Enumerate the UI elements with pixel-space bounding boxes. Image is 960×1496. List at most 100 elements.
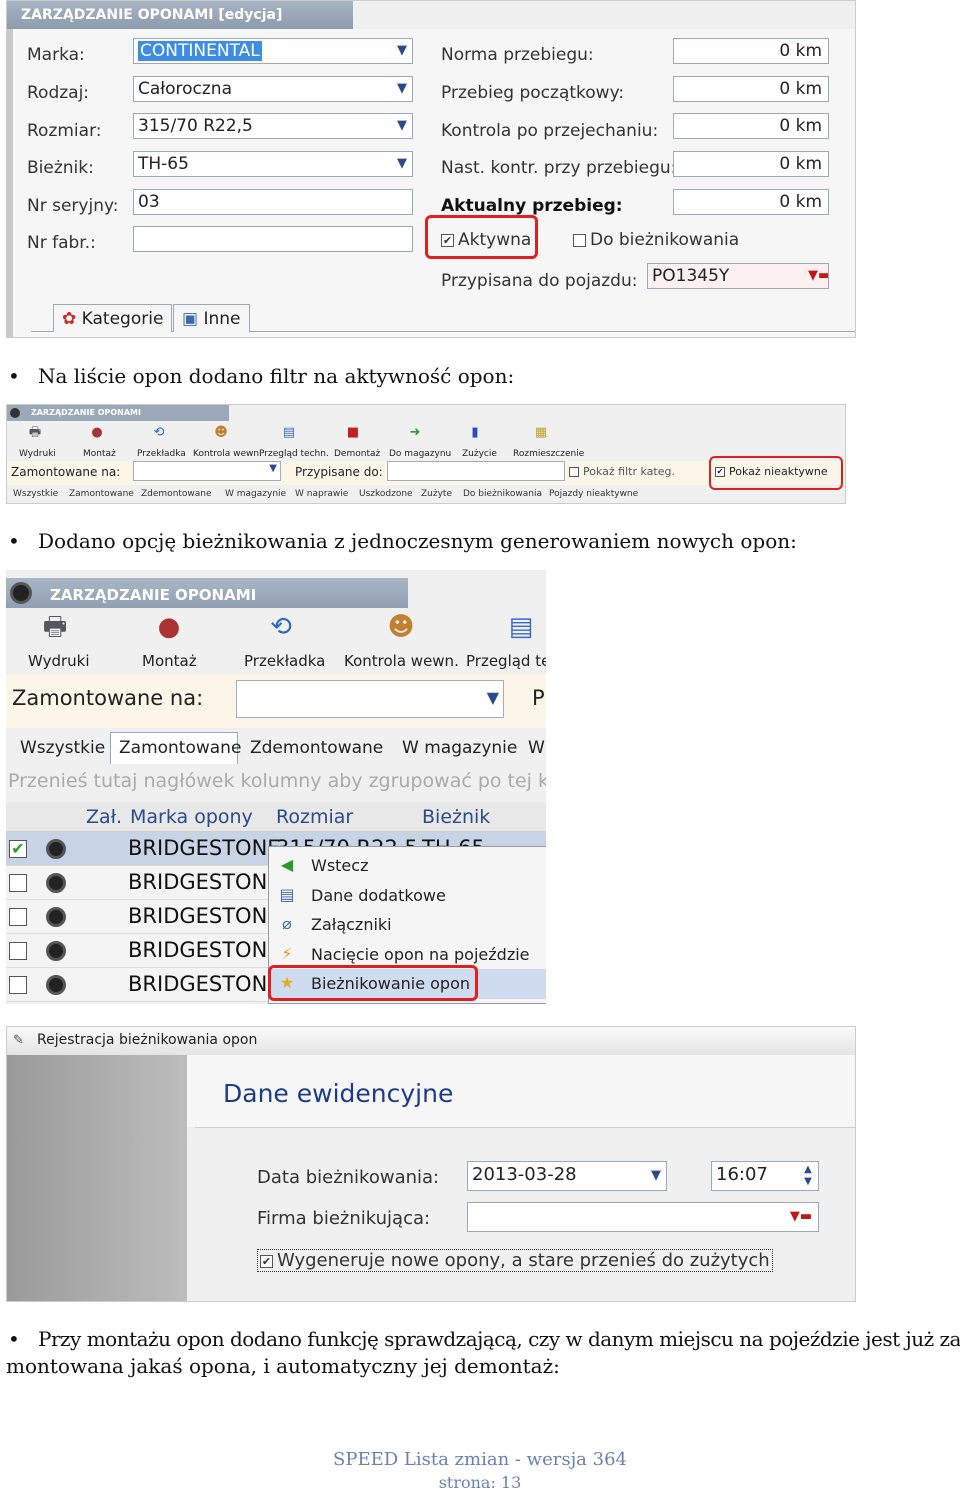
- tab-repair[interactable]: W naprawie: [295, 489, 348, 499]
- dropdown-icon[interactable]: ▼: [394, 117, 410, 135]
- tool-internal-check[interactable]: Kontrola wewn.: [344, 652, 459, 670]
- clear-icon[interactable]: ▼▬: [808, 267, 828, 285]
- tab-dismounted[interactable]: Zdemontowane: [250, 738, 383, 758]
- retread-company-field[interactable]: ▼▬: [467, 1202, 819, 1232]
- tab-categories[interactable]: ✿ Kategorie: [53, 304, 173, 332]
- dropdown-icon[interactable]: ▼: [394, 80, 410, 98]
- inspect-icon[interactable]: ☻: [384, 610, 418, 644]
- tool-swap[interactable]: Przekładka: [244, 652, 325, 670]
- type-field[interactable]: Całoroczna ▼: [133, 76, 413, 102]
- tool-dismount[interactable]: Demontaż: [334, 449, 380, 459]
- menu-item-attachments[interactable]: ⌀ Załączniki: [269, 910, 546, 940]
- layout-icon[interactable]: ▦: [533, 425, 549, 441]
- mounted-on-input[interactable]: ▼: [133, 461, 281, 481]
- tab-inactive-vehicles[interactable]: Pojazdy nieaktywne: [549, 489, 638, 499]
- dismount-icon[interactable]: ■: [345, 425, 361, 441]
- tool-swap[interactable]: Przekładka: [137, 449, 186, 459]
- checkbox-retread[interactable]: Do bieżnikowania: [573, 230, 739, 250]
- assigned-to-input[interactable]: [387, 461, 565, 481]
- col-attachments[interactable]: Zał.: [86, 806, 122, 828]
- tab-damaged[interactable]: Uszkodzone: [359, 489, 413, 499]
- checkbox-checked-icon[interactable]: ✔: [260, 1254, 273, 1268]
- tool-tech-review[interactable]: Przegląd techn.: [259, 449, 329, 459]
- initial-mileage-field[interactable]: 0 km: [673, 76, 829, 102]
- tab-warehouse[interactable]: W magazynie: [225, 489, 286, 499]
- retread-time-field[interactable]: 16:07 ▲ ▼: [711, 1161, 819, 1191]
- arrow-left-icon: ◀: [280, 855, 294, 874]
- spinner-icon[interactable]: ▲ ▼: [800, 1164, 816, 1188]
- label-initial-mileage: Przebieg początkowy:: [441, 83, 625, 103]
- size-field[interactable]: 315/70 R22,5 ▼: [133, 113, 413, 139]
- tire-icon: [10, 582, 32, 604]
- mounted-on-input[interactable]: ▼: [236, 680, 504, 718]
- tab-all[interactable]: Wszystkie: [13, 489, 58, 499]
- tab-retread[interactable]: Do bieżnikowania: [463, 489, 542, 499]
- tool-prints[interactable]: Wydruki: [19, 449, 56, 459]
- tool-to-warehouse[interactable]: Do magazynu: [389, 449, 451, 459]
- menu-item-back[interactable]: ◀ Wstecz: [269, 851, 546, 881]
- tool-mount[interactable]: Montaż: [142, 652, 197, 670]
- wear-icon[interactable]: ▮: [467, 425, 483, 441]
- col-brand[interactable]: Marka opony: [130, 806, 253, 828]
- checkbox-checked-icon[interactable]: ✔: [9, 840, 27, 858]
- menu-item-extra-data[interactable]: ▤ Dane dodatkowe: [269, 881, 546, 911]
- tool-layout[interactable]: Rozmieszczenie: [513, 449, 584, 459]
- tool-wear[interactable]: Zużycie: [462, 449, 497, 459]
- assigned-vehicle-field[interactable]: PO1345Y ▼▬: [647, 263, 829, 289]
- calendar-dropdown-icon[interactable]: ▼: [648, 1167, 664, 1185]
- next-check-field[interactable]: 0 km: [673, 151, 829, 177]
- review-icon[interactable]: ▤: [281, 425, 297, 441]
- dropdown-icon[interactable]: ▼: [487, 688, 499, 707]
- dropdown-icon[interactable]: ▼: [394, 42, 410, 60]
- review-icon[interactable]: ▤: [504, 610, 538, 644]
- footer-page: strona: 13: [438, 1473, 522, 1492]
- dropdown-icon[interactable]: ▼: [394, 155, 410, 173]
- col-tread[interactable]: Bieżnik: [422, 806, 490, 828]
- tool-tech-review[interactable]: Przegląd tec: [466, 652, 546, 670]
- mount-icon[interactable]: ●: [89, 425, 105, 441]
- tab-dismounted[interactable]: Zdemontowane: [141, 489, 212, 499]
- screenshot-context-menu: ZARZĄDZANIE OPONAMI 🖶 Wydruki ● Montaż ⟲…: [6, 570, 546, 1004]
- dropdown-clear-icon[interactable]: ▼▬: [786, 1208, 816, 1226]
- highlight-show-inactive: [709, 456, 843, 490]
- print-icon[interactable]: 🖶: [38, 610, 72, 644]
- arrow-right-icon[interactable]: ➜: [407, 425, 423, 441]
- check-after-field[interactable]: 0 km: [673, 113, 829, 139]
- tab-all[interactable]: Wszystkie: [20, 738, 105, 758]
- show-filter-cat-checkbox[interactable]: Pokaż filtr kateg.: [569, 465, 675, 478]
- tab-mounted[interactable]: Zamontowane: [69, 489, 134, 499]
- factory-no-field[interactable]: [133, 226, 413, 252]
- tread-field[interactable]: TH-65 ▼: [133, 151, 413, 177]
- swap-icon[interactable]: ⟲: [151, 425, 167, 441]
- tool-mount[interactable]: Montaż: [83, 449, 116, 459]
- serial-field[interactable]: 03: [133, 189, 413, 215]
- filter-mounted-label: Zamontowane na:: [12, 686, 204, 710]
- tab-warehouse[interactable]: W magazynie: [402, 738, 517, 758]
- dropdown-icon[interactable]: ▼: [269, 463, 277, 474]
- brand-field[interactable]: CONTINENTAL ▼: [133, 38, 413, 64]
- checkbox-unchecked-icon[interactable]: [569, 467, 579, 477]
- tool-prints[interactable]: Wydruki: [28, 652, 90, 670]
- tab-mounted[interactable]: Zamontowane: [110, 732, 241, 764]
- checkbox-unchecked-icon[interactable]: [9, 976, 27, 994]
- mileage-norm-field[interactable]: 0 km: [673, 38, 829, 64]
- categories-icon: ✿: [62, 309, 82, 329]
- checkbox-unchecked-icon[interactable]: [9, 942, 27, 960]
- tab-other[interactable]: ▣ Inne: [173, 304, 250, 332]
- checkbox-unchecked-icon[interactable]: [573, 233, 586, 247]
- section-heading: Dane ewidencyjne: [223, 1079, 454, 1108]
- print-icon[interactable]: 🖶: [27, 425, 43, 441]
- label-check-after: Kontrola po przejechaniu:: [441, 121, 659, 141]
- mount-icon[interactable]: ●: [152, 610, 186, 644]
- tool-internal-check[interactable]: Kontrola wewn.: [193, 449, 262, 459]
- inspect-icon[interactable]: ☻: [213, 425, 229, 441]
- tab-worn[interactable]: Zużyte: [421, 489, 452, 499]
- swap-icon[interactable]: ⟲: [264, 610, 298, 644]
- retread-date-field[interactable]: 2013-03-28 ▼: [467, 1161, 667, 1191]
- current-mileage-field[interactable]: 0 km: [673, 189, 829, 215]
- generate-new-tires-checkbox[interactable]: ✔ Wygeneruje nowe opony, a stare przenieś…: [257, 1249, 773, 1272]
- checkbox-unchecked-icon[interactable]: [9, 908, 27, 926]
- checkbox-unchecked-icon[interactable]: [9, 874, 27, 892]
- col-size[interactable]: Rozmiar: [276, 806, 353, 828]
- label-size: Rozmiar:: [27, 121, 102, 141]
